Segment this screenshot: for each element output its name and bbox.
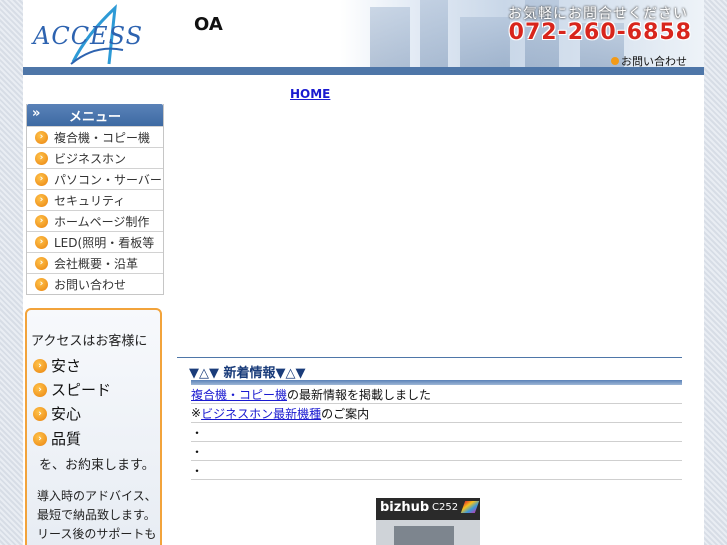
- list-item: ・: [191, 461, 682, 480]
- sidebar-item-label: セキュリティ: [54, 193, 126, 208]
- double-chevron-icon: »: [32, 106, 41, 121]
- chevron-right-icon: ›: [35, 235, 48, 249]
- sidebar-item-label: 会社概要・沿革: [54, 256, 139, 271]
- building-graphic: [420, 0, 448, 67]
- chevron-right-icon: ›: [33, 358, 47, 373]
- sidebar-title: メニュー: [68, 109, 121, 125]
- contact-link-label: お問い合わせ: [621, 55, 687, 67]
- nav-link-2[interactable]: [340, 87, 362, 101]
- chevron-right-icon: ›: [35, 193, 48, 207]
- sidebar-item-label: 複合機・コピー機: [54, 130, 151, 145]
- sidebar-item-label: ホームページ制作: [54, 214, 150, 229]
- promo-banner[interactable]: アクセスはお客様に › 安さ › スピード › 安心 › 品質 を、お約束します。 導入…: [25, 308, 162, 545]
- promo-closing: を、お約束します。: [39, 458, 155, 473]
- promo-point: › 安さ: [33, 355, 81, 376]
- product-brand: bizhub: [380, 500, 430, 515]
- chevron-right-icon: ›: [33, 431, 47, 446]
- copier-machine-graphic: [394, 526, 454, 545]
- sidebar-header: » メニュー: [27, 104, 163, 126]
- building-graphic: [370, 7, 410, 67]
- sidebar-menu: » メニュー › 複合機・コピー機 › ビジネスホン › パソコン・サーバー › セキュ…: [26, 104, 164, 295]
- list-item: 複合機・コピー機 の最新情報を掲載しました: [191, 385, 682, 404]
- phone-number: 072-260-6858: [508, 20, 692, 45]
- promo-note: リース後のサポートも: [37, 527, 157, 541]
- promo-point: › 安心: [33, 403, 81, 424]
- list-item: ・: [191, 423, 682, 442]
- page: ACCESS OA お気軽にお問合せください 072-260-6858 お問い合…: [23, 0, 704, 545]
- sidebar-item-label: パソコン・サーバー: [54, 172, 162, 187]
- list-item: ※ ビジネスホン最新機種 のご案内: [191, 404, 682, 423]
- news-prefix: ※: [191, 406, 202, 420]
- header-divider: [23, 67, 704, 75]
- news-link[interactable]: ビジネスホン最新機種: [201, 405, 321, 422]
- promo-note: 導入時のアドバイス、: [37, 489, 157, 503]
- nav-home-link[interactable]: HOME: [290, 87, 330, 101]
- site-title: OA: [194, 14, 223, 35]
- sidebar-item-security[interactable]: › セキュリティ: [27, 189, 163, 210]
- chevron-right-icon: ›: [35, 214, 48, 228]
- promo-intro: アクセスはお客様に: [31, 334, 148, 349]
- sidebar-item-label: ビジネスホン: [54, 151, 127, 166]
- sidebar-item-business-phone[interactable]: › ビジネスホン: [27, 147, 163, 168]
- news-text: ・: [191, 444, 204, 459]
- news-text: のご案内: [321, 406, 370, 421]
- site-logo[interactable]: ACCESS: [31, 4, 144, 65]
- chevron-right-icon: ›: [33, 382, 47, 397]
- sidebar-item-label: お問い合わせ: [54, 277, 127, 292]
- product-image[interactable]: bizhub C252: [376, 498, 480, 545]
- header: ACCESS OA お気軽にお問合せください 072-260-6858 お問い合…: [23, 0, 704, 67]
- chevron-right-icon: ›: [35, 130, 48, 144]
- header-banner: お気軽にお問合せください 072-260-6858 お問い合わせ: [340, 0, 704, 67]
- news-text: ・: [191, 425, 204, 440]
- orange-dot-icon: [611, 57, 619, 65]
- list-item: ・: [191, 442, 682, 461]
- chevron-right-icon: ›: [33, 406, 47, 421]
- news-link[interactable]: 複合機・コピー機: [191, 386, 287, 403]
- promo-point: › 品質: [33, 428, 81, 449]
- content-divider: [177, 357, 682, 358]
- sidebar-item-contact[interactable]: › お問い合わせ: [27, 273, 163, 294]
- logo-text: ACCESS: [33, 22, 144, 50]
- promo-note: 最短で納品致します。: [37, 508, 156, 522]
- chevron-right-icon: ›: [35, 256, 48, 270]
- news-text: の最新情報を掲載しました: [287, 387, 432, 402]
- section-title: ▼△▼ 新着情報▼△▼: [189, 366, 306, 381]
- product-model: C252: [432, 502, 459, 513]
- sidebar-item-label: LED(照明・看板等: [54, 235, 155, 250]
- sidebar-item-web[interactable]: › ホームページ制作: [27, 210, 163, 231]
- nav-link-4[interactable]: [420, 87, 442, 101]
- news-text: ・: [191, 463, 204, 478]
- sidebar-item-company[interactable]: › 会社概要・沿革: [27, 252, 163, 273]
- news-list: 複合機・コピー機 の最新情報を掲載しました ※ ビジネスホン最新機種 のご案内 …: [191, 385, 682, 480]
- nav-link-3[interactable]: [372, 87, 410, 101]
- promo-point: › スピード: [33, 379, 111, 400]
- chevron-right-icon: ›: [35, 151, 48, 165]
- building-graphic: [460, 17, 510, 67]
- color-stripe-icon: [460, 501, 480, 513]
- chevron-right-icon: ›: [35, 172, 48, 186]
- sidebar-item-led[interactable]: › LED(照明・看板等: [27, 231, 163, 252]
- sidebar-item-copier[interactable]: › 複合機・コピー機: [27, 126, 163, 147]
- top-nav: HOME: [290, 87, 442, 101]
- sidebar-item-pc-server[interactable]: › パソコン・サーバー: [27, 168, 163, 189]
- chevron-right-icon: ›: [35, 277, 48, 291]
- contact-link[interactable]: お問い合わせ: [611, 53, 687, 67]
